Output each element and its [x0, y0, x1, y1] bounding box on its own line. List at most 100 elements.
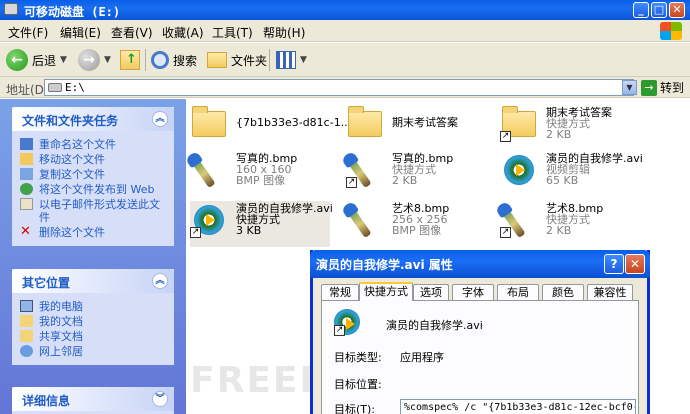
- details-title: 详细信息: [22, 394, 71, 408]
- address-value: E:\: [65, 81, 85, 94]
- forward-button[interactable]: → ▼: [78, 47, 111, 73]
- task-delete[interactable]: ✕ 删除这个文件: [20, 225, 170, 240]
- tab-font[interactable]: 字体: [452, 284, 494, 301]
- chevron-down-icon: ▼: [60, 55, 67, 65]
- task-label: 以电子邮件形式发送此文件: [39, 198, 160, 224]
- windows-logo-icon: [660, 22, 682, 40]
- tab-colors[interactable]: 颜色: [542, 284, 584, 301]
- details-panel: 详细信息 ︾: [12, 387, 174, 414]
- address-bar: 地址(D) E:\ ▼ → 转到: [0, 77, 690, 98]
- forward-arrow-icon: →: [78, 49, 100, 71]
- target-type-value: 应用程序: [400, 351, 444, 364]
- target-label: 目标(T):: [334, 403, 376, 414]
- address-input[interactable]: E:\: [44, 79, 634, 96]
- menu-tools[interactable]: 工具(T): [212, 24, 253, 41]
- file-name: 期末考试答案: [392, 116, 458, 129]
- file-item[interactable]: 期末考试答案: [346, 105, 496, 151]
- other-places-title: 其它位置: [22, 276, 71, 290]
- dialog-titlebar[interactable]: 演员的自我修学.avi 属性 ? ✕: [310, 250, 650, 278]
- target-input[interactable]: %comspec% /c "{7b1b33e3-d81c-12ec-bcf0-: [400, 399, 636, 414]
- task-copy[interactable]: 复制这个文件: [20, 167, 170, 182]
- menu-favorites[interactable]: 收藏(A): [162, 24, 204, 41]
- file-item[interactable]: ↗ 期末考试答案 快捷方式 2 KB: [500, 105, 650, 151]
- address-label: 地址(D): [6, 83, 49, 97]
- place-shared-documents[interactable]: 共享文档: [20, 329, 170, 344]
- back-button[interactable]: ← 后退 ▼: [6, 47, 67, 73]
- minimize-button[interactable]: _: [633, 2, 649, 18]
- file-type: BMP 图像: [392, 224, 442, 237]
- menu-bar: 文件(F) 编辑(E) 查看(V) 收藏(A) 工具(T) 帮助(H): [0, 20, 690, 42]
- up-folder-button[interactable]: ↑: [120, 47, 140, 73]
- file-text: 演员的自我修学.avi 快捷方式 3 KB: [236, 203, 333, 236]
- file-item[interactable]: {7b1b33e3-d81c-1...: [190, 105, 351, 151]
- tab-options[interactable]: 选项: [413, 284, 449, 301]
- maximize-button[interactable]: □: [651, 2, 667, 18]
- details-header[interactable]: 详细信息 ︾: [12, 387, 174, 411]
- rename-icon: [20, 138, 33, 150]
- shortcut-tab-panel: ↗ 演员的自我修学.avi 目标类型: 应用程序 目标位置: 目标(T): %c…: [321, 300, 639, 414]
- place-label: 我的文档: [39, 315, 83, 328]
- file-item-selected[interactable]: ↗ 演员的自我修学.avi 快捷方式 3 KB: [190, 201, 333, 247]
- file-item[interactable]: ↗ 写真的.bmp 快捷方式 2 KB: [344, 151, 496, 197]
- dialog-title: 演员的自我修学.avi 属性: [316, 258, 453, 272]
- search-button[interactable]: 搜索: [151, 47, 197, 73]
- other-places-header[interactable]: 其它位置 ︽: [12, 269, 174, 293]
- file-item[interactable]: 写真的.bmp 160 x 160 BMP 图像: [188, 151, 340, 197]
- file-text: 演员的自我修学.avi 视频剪辑 65 KB: [546, 153, 643, 186]
- window-titlebar[interactable]: 可移动磁盘 (E:) _ □ ✕: [0, 0, 690, 20]
- menu-help[interactable]: 帮助(H): [263, 24, 305, 41]
- file-item[interactable]: ↗ 艺术8.bmp 快捷方式 2 KB: [498, 201, 650, 247]
- task-rename[interactable]: 重命名这个文件: [20, 137, 170, 152]
- tab-general[interactable]: 常规: [321, 284, 359, 301]
- globe-icon: [20, 183, 33, 195]
- go-button[interactable]: → 转到: [641, 79, 684, 96]
- menu-file[interactable]: 文件(F): [8, 24, 48, 41]
- task-email[interactable]: 以电子邮件形式发送此文件: [20, 197, 170, 225]
- task-publish-web[interactable]: 将这个文件发布到 Web: [20, 182, 170, 197]
- file-text: 期末考试答案 快捷方式 2 KB: [546, 107, 612, 140]
- file-text: 期末考试答案: [392, 117, 458, 128]
- documents-icon: [20, 315, 33, 327]
- place-label: 我的电脑: [39, 300, 83, 313]
- dialog-close-button[interactable]: ✕: [625, 254, 645, 274]
- address-dropdown-button[interactable]: ▼: [622, 80, 637, 95]
- place-label: 共享文档: [39, 330, 83, 343]
- tab-shortcut[interactable]: 快捷方式: [359, 282, 413, 301]
- toolbar-separator: [269, 49, 270, 71]
- place-network[interactable]: 网上邻居: [20, 344, 170, 359]
- folder-icon: [190, 105, 228, 145]
- views-button[interactable]: ▼: [276, 47, 307, 73]
- close-button[interactable]: ✕: [669, 2, 685, 18]
- expand-icon[interactable]: ︾: [152, 391, 168, 407]
- place-my-computer[interactable]: 我的电脑: [20, 299, 170, 314]
- tab-compatibility[interactable]: 兼容性: [587, 284, 633, 301]
- views-icon: [276, 51, 296, 69]
- collapse-icon[interactable]: ︽: [152, 273, 168, 289]
- help-button[interactable]: ?: [604, 254, 624, 274]
- task-move[interactable]: 移动这个文件: [20, 152, 170, 167]
- menu-edit[interactable]: 编辑(E): [60, 24, 101, 41]
- file-item[interactable]: 艺术8.bmp 256 x 256 BMP 图像: [344, 201, 496, 247]
- file-text: 写真的.bmp 160 x 160 BMP 图像: [236, 153, 297, 186]
- target-location-label: 目标位置:: [334, 378, 382, 391]
- go-arrow-icon: →: [641, 79, 657, 96]
- go-label: 转到: [660, 81, 685, 95]
- back-label: 后退: [32, 53, 57, 68]
- file-item[interactable]: 演员的自我修学.avi 视频剪辑 65 KB: [500, 151, 670, 197]
- collapse-icon[interactable]: ︽: [152, 111, 168, 127]
- folders-button[interactable]: 文件夹: [207, 47, 267, 73]
- tab-layout[interactable]: 布局: [497, 284, 539, 301]
- file-size: 2 KB: [546, 128, 572, 141]
- file-text: {7b1b33e3-d81c-1...: [236, 117, 351, 128]
- file-tasks-header[interactable]: 文件和文件夹任务 ︽: [12, 107, 174, 131]
- file-text: 艺术8.bmp 快捷方式 2 KB: [546, 203, 603, 236]
- file-size: 2 KB: [546, 224, 572, 237]
- copy-icon: [20, 168, 33, 180]
- menu-view[interactable]: 查看(V): [111, 24, 153, 41]
- task-pane: 文件和文件夹任务 ︽ 重命名这个文件 移动这个文件 复制这个文件 将这个文件发布…: [0, 99, 186, 414]
- place-my-documents[interactable]: 我的文档: [20, 314, 170, 329]
- folder-shortcut-icon: ↗: [500, 105, 538, 145]
- window-title: 可移动磁盘 (E:): [24, 5, 121, 19]
- toolbar: ← 后退 ▼ → ▼ ↑ 搜索 文件夹 ▼: [0, 43, 690, 77]
- network-icon: [20, 345, 33, 357]
